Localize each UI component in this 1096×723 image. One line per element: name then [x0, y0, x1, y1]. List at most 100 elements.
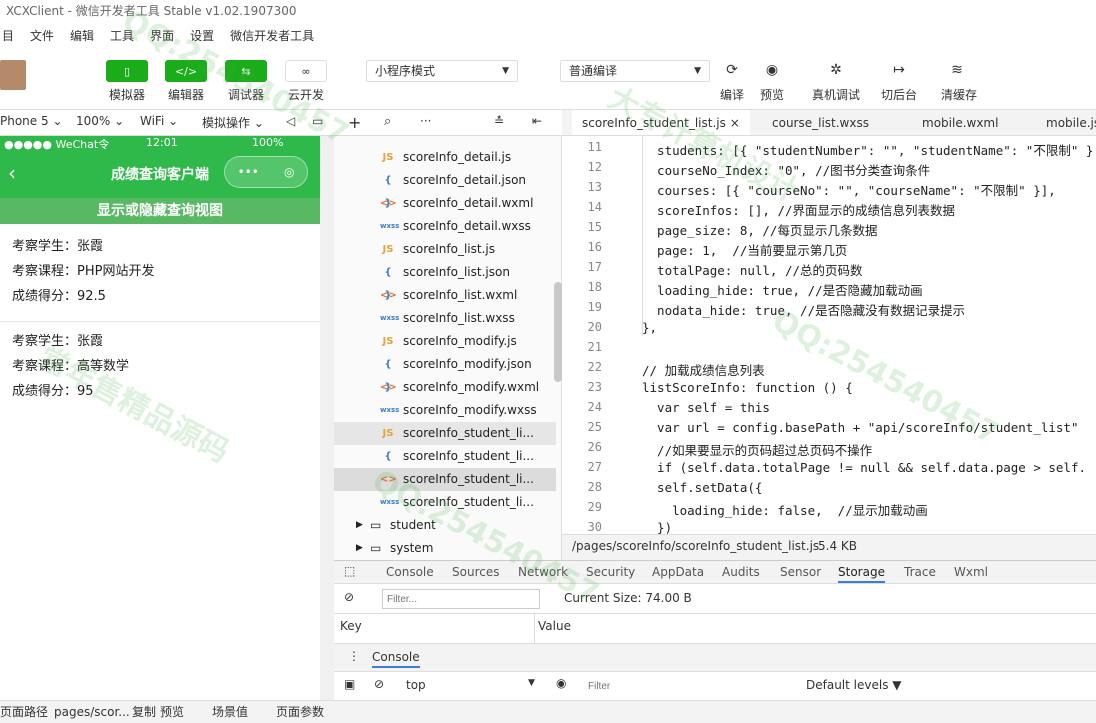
ops-select[interactable]: 模拟操作 ⌄	[202, 114, 264, 131]
toggle-query-view-button[interactable]: 显示或隐藏查询视图	[0, 198, 320, 224]
editor-button[interactable]: </>	[165, 60, 207, 82]
menu-file[interactable]: 文件	[28, 27, 56, 44]
simulator-scrollbar[interactable]	[320, 136, 334, 700]
menu-project[interactable]: 目	[0, 27, 16, 44]
sound-icon[interactable]: ◁	[286, 114, 295, 128]
code-editor[interactable]: 11 students: [{ "studentNumber": "", "st…	[562, 136, 1096, 534]
block-icon[interactable]: ⊘	[344, 590, 354, 604]
tab-security[interactable]: Security	[586, 565, 635, 579]
tab-console[interactable]: Console	[386, 565, 434, 579]
tree-file[interactable]: { } scoreInfo_list.json	[334, 261, 556, 301]
tree-file[interactable]: { } scoreInfo_detail.json	[334, 169, 556, 209]
zoom-select[interactable]: 100% ⌄	[76, 114, 124, 128]
console-filter-input[interactable]	[584, 676, 798, 696]
list-item[interactable]: 考察学生：张霞 考察课程：高等数学 成绩得分：95	[0, 329, 320, 404]
tab-network[interactable]: Network	[518, 565, 568, 579]
copy-link[interactable]: 复制	[132, 701, 156, 723]
file-tree-scrollbar[interactable]	[554, 282, 562, 382]
compile-select-value: 普通编译	[569, 64, 618, 78]
menu-view[interactable]: 界面	[148, 27, 176, 44]
eye-icon[interactable]: ◉	[556, 676, 566, 690]
sort-icon[interactable]: ≛	[494, 114, 504, 128]
tree-file[interactable]: JS scoreInfo_detail.js	[334, 146, 556, 169]
code-line: var self = this	[642, 400, 770, 415]
tree-folder[interactable]: ▶ ▭ system	[334, 537, 556, 560]
real-debug-label: 真机调试	[811, 88, 860, 102]
tab-trace[interactable]: Trace	[904, 565, 936, 579]
tab-mobile-wxml[interactable]: mobile.wxml	[912, 110, 1008, 135]
menu-edit[interactable]: 编辑	[68, 27, 96, 44]
tab-scoreinfo-student-list-js[interactable]: scoreInfo_student_list.js ×	[572, 110, 750, 135]
scene-value[interactable]: 场景值	[212, 701, 248, 723]
menu-tools[interactable]: 工具	[108, 27, 136, 44]
inspect-icon[interactable]: ⬚	[344, 564, 355, 578]
code-line: page: 1, //当前要显示第几页	[642, 243, 848, 258]
tab-wxml[interactable]: Wxml	[954, 565, 988, 579]
tab-storage[interactable]: Storage	[838, 565, 885, 583]
network-select[interactable]: WiFi ⌄	[140, 114, 178, 128]
tree-file[interactable]: JS scoreInfo_student_li...	[334, 422, 556, 445]
clear-console-icon[interactable]: ⊘	[374, 677, 384, 691]
refresh-icon[interactable]: ⟳	[721, 62, 743, 82]
debugger-label: 调试器	[227, 88, 264, 102]
console-drawer-header: ⋮ Console	[334, 644, 1096, 672]
tab-console-drawer[interactable]: Console	[372, 650, 420, 668]
storage-filter-input[interactable]	[382, 589, 540, 609]
collapse-icon[interactable]: ⇤	[532, 114, 542, 128]
tree-file[interactable]: JS scoreInfo_modify.js	[334, 330, 556, 353]
close-icon[interactable]: ×	[730, 116, 740, 130]
bug-icon[interactable]: ✲	[825, 62, 847, 82]
tree-file[interactable]: wxss scoreInfo_modify.wxss	[334, 399, 556, 422]
tree-file[interactable]: wxss scoreInfo_student_li...	[334, 491, 556, 514]
cloud-button[interactable]: ∞	[285, 60, 327, 82]
tab-sensor[interactable]: Sensor	[780, 565, 821, 579]
tab-audits[interactable]: Audits	[722, 565, 760, 579]
window-icon[interactable]: ▭	[312, 114, 323, 128]
list-item[interactable]: 考察学生：张霞 考察课程：PHP网站开发 成绩得分：92.5	[0, 234, 320, 322]
code-line: loading_hide: true, //是否隐藏加载动画	[642, 283, 923, 298]
context-select[interactable]: top	[406, 678, 426, 692]
switch-background-icon[interactable]: ↦	[888, 62, 910, 82]
device-select[interactable]: Phone 5 ⌄	[0, 114, 63, 128]
tree-file[interactable]: JS scoreInfo_list.js	[334, 238, 556, 261]
close-circle-icon[interactable]: ◎	[284, 165, 294, 179]
tree-folder[interactable]: ▶ ▭ student	[334, 514, 556, 537]
line-number: 13	[587, 180, 602, 194]
simulator-button[interactable]: ▯	[106, 60, 148, 82]
log-levels-select[interactable]: Default levels ▼	[806, 678, 902, 692]
wxml-file-icon: <>	[380, 198, 397, 209]
tree-file[interactable]: <> scoreInfo_detail.wxml	[334, 192, 556, 215]
kebab-icon[interactable]: ⋮	[348, 649, 360, 663]
status-bar: 页面路径 pages/scor... 复制 预览 场景值 页面参数	[0, 700, 1096, 722]
preview-link[interactable]: 预览	[160, 701, 184, 723]
layers-icon[interactable]: ≋	[946, 62, 968, 82]
search-icon[interactable]: ⌕	[384, 114, 391, 129]
caret-down-icon: ▼	[694, 66, 701, 76]
debugger-button[interactable]: ⇆	[225, 60, 267, 82]
tree-file[interactable]: wxss scoreInfo_detail.wxss	[334, 215, 556, 238]
add-icon[interactable]: +	[348, 113, 361, 132]
compile-select[interactable]: 普通编译 ▼	[560, 60, 710, 82]
tree-file[interactable]: wxss scoreInfo_list.wxss	[334, 307, 556, 330]
tree-file[interactable]: <> scoreInfo_list.wxml	[334, 284, 556, 307]
tab-mobile-js[interactable]: mobile.js	[1036, 110, 1096, 135]
mode-select[interactable]: 小程序模式 ▼	[366, 60, 518, 82]
avatar[interactable]	[0, 60, 26, 90]
tab-course-list-wxss[interactable]: course_list.wxss	[762, 110, 879, 135]
file-name: scoreInfo_detail.js	[403, 150, 512, 164]
menu-wechat-devtools[interactable]: 微信开发者工具	[228, 27, 316, 44]
tree-file[interactable]: <> scoreInfo_student_li...	[334, 468, 556, 491]
more-icon[interactable]: •••	[238, 165, 259, 179]
sidebar-toggle-icon[interactable]: ▣	[344, 677, 355, 691]
menu-settings[interactable]: 设置	[188, 27, 216, 44]
page-params[interactable]: 页面参数	[276, 701, 324, 723]
network-select-value: WiFi	[140, 114, 165, 128]
tab-appdata[interactable]: AppData	[652, 565, 704, 579]
file-name: scoreInfo_list.wxml	[403, 288, 518, 302]
tab-sources[interactable]: Sources	[452, 565, 499, 579]
more-icon[interactable]: ···	[420, 114, 431, 128]
tree-file[interactable]: { } scoreInfo_modify.json	[334, 353, 556, 393]
tree-file[interactable]: { }scoreInfo_student_li...	[334, 445, 556, 485]
eye-icon[interactable]: ◉	[761, 62, 783, 82]
tree-file[interactable]: <> scoreInfo_modify.wxml	[334, 376, 556, 399]
